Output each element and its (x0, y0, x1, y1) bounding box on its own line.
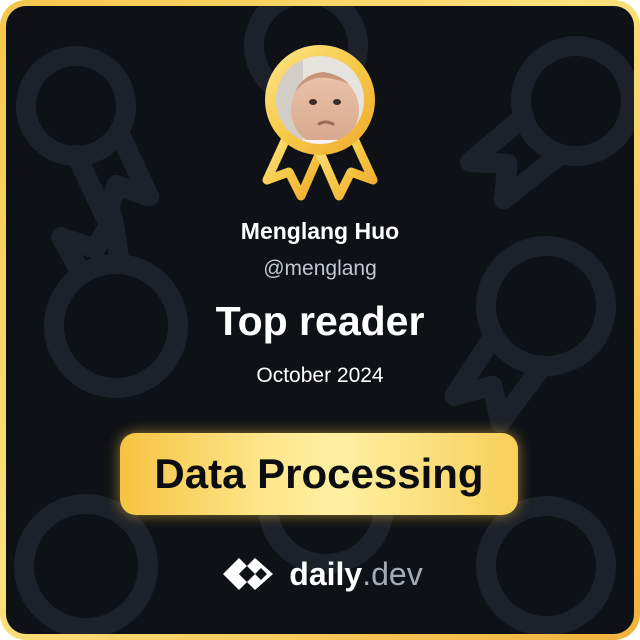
top-reader-card-frame: Menglang Huo @menglang Top reader Octobe… (0, 0, 640, 640)
top-reader-card: Menglang Huo @menglang Top reader Octobe… (6, 6, 634, 634)
daily-dev-logo-icon (223, 558, 274, 590)
award-title: Top reader (215, 298, 425, 344)
brand-name-main: daily (289, 555, 363, 592)
daily-dev-wordmark: daily.dev (289, 556, 422, 593)
daily-dev-logo: daily.dev (6, 552, 634, 596)
award-ribbon-icon (262, 45, 378, 201)
brand-name-suffix: .dev (362, 555, 423, 592)
award-period: October 2024 (256, 364, 384, 387)
user-handle: @menglang (263, 257, 377, 280)
topic-badge: Data Processing (120, 433, 518, 515)
topic-label: Data Processing (154, 450, 484, 497)
user-name: Menglang Huo (240, 218, 400, 244)
